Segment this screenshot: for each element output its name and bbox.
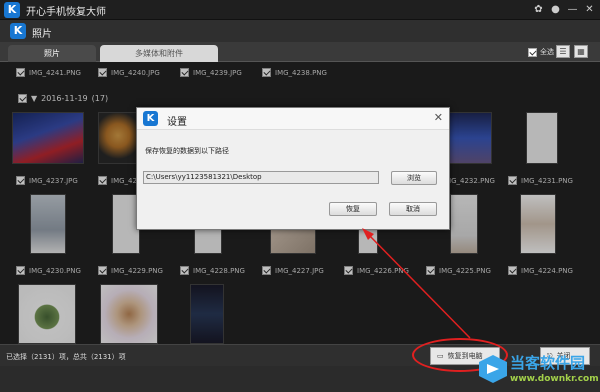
watermark-logo-icon <box>479 355 507 383</box>
callout-arrow-icon <box>362 228 471 339</box>
watermark-brand: 当客软件园 <box>510 354 586 372</box>
watermark: 当客软件园 www.downkr.com <box>478 350 599 390</box>
watermark-url: www.downkr.com <box>510 374 599 384</box>
